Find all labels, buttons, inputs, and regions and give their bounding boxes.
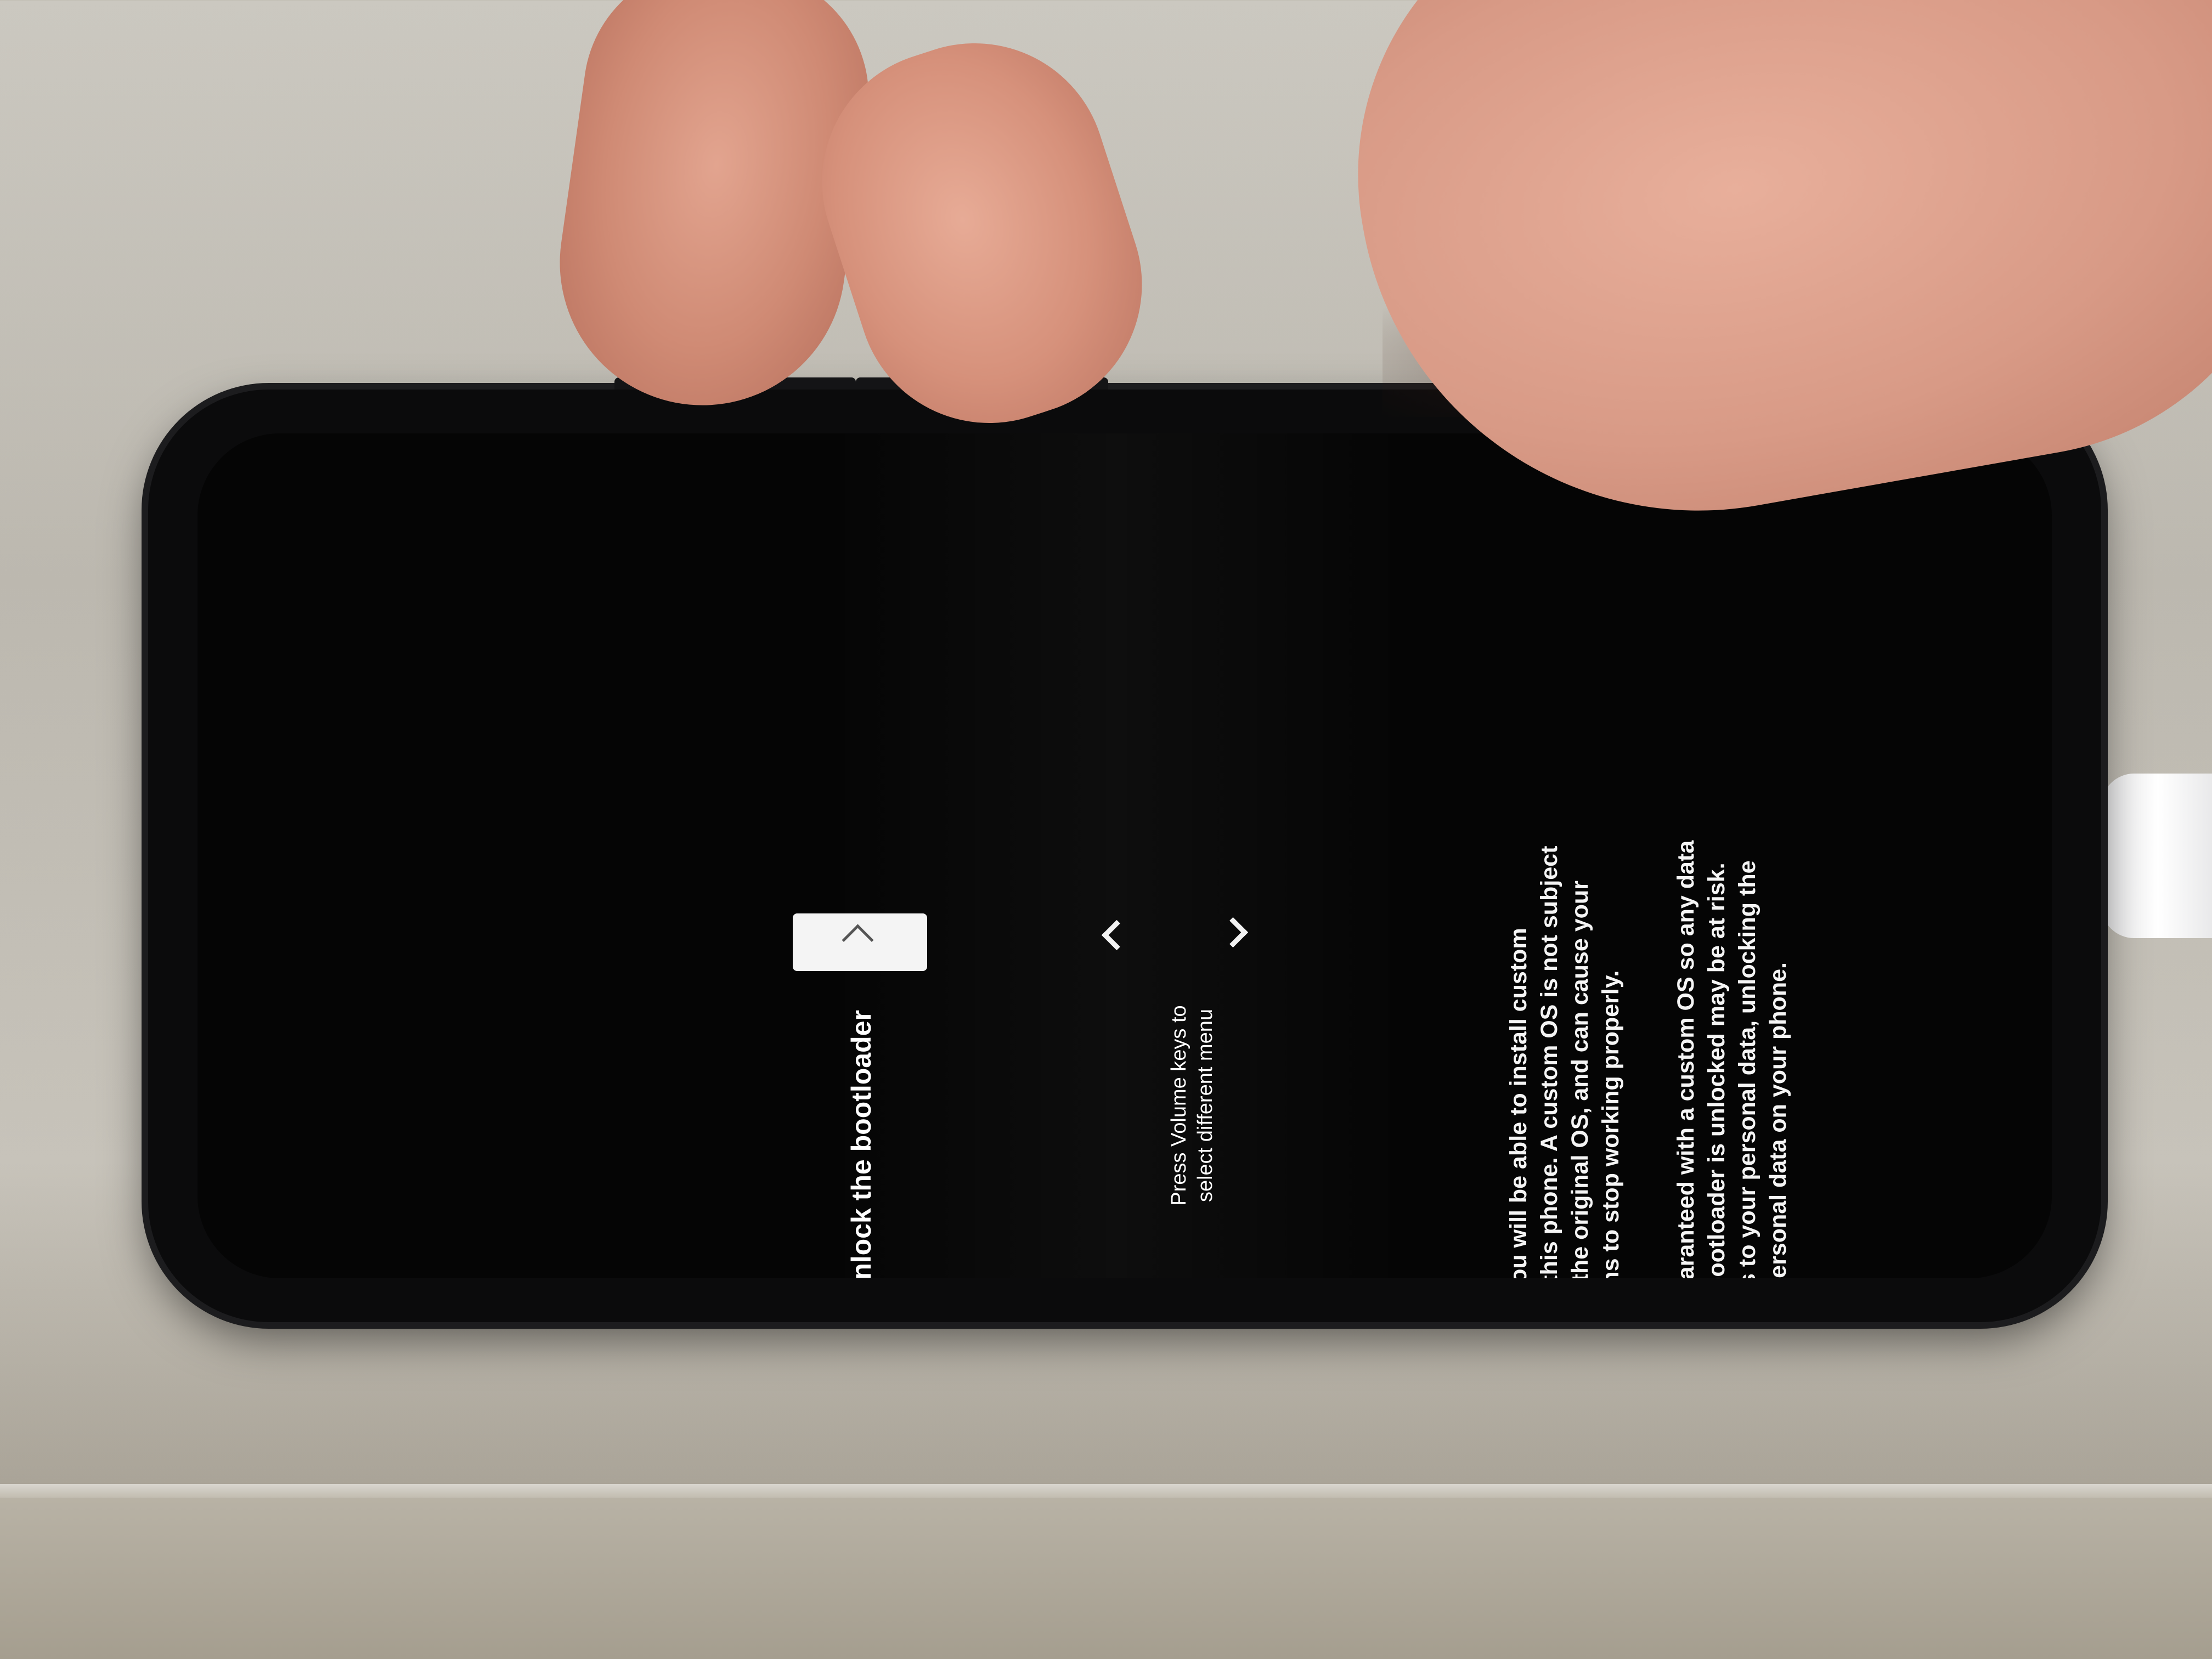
previous-menu-button[interactable] <box>1092 913 1136 957</box>
warning-paragraph-1: If you unlock the bootloader, you will b… <box>1503 845 1635 1278</box>
volume-keys-hint: Press Volume keys to select different me… <box>1166 996 1226 1215</box>
menu-title: Unlock the bootloader <box>846 1010 877 1278</box>
usb-cable <box>2101 774 2212 938</box>
phone: Unlock the bootloader Press Volume keys … <box>148 377 2101 1322</box>
hint-line-1: Press Volume keys to <box>1167 1005 1190 1206</box>
chevron-left-icon <box>1101 919 1132 951</box>
chevron-up-icon <box>842 924 874 956</box>
warning-paragraph-2: Software integrity cannot be guaranteed … <box>1671 840 1830 1278</box>
warning-line: stored on the phone while the bootloader… <box>1703 862 1730 1278</box>
warning-line: Software integrity cannot be guaranteed … <box>1673 840 1699 1278</box>
warning-line: operating system software on this phone.… <box>1536 845 1562 1278</box>
next-menu-button[interactable] <box>1212 911 1256 955</box>
warning-line: to the same level of testing as the orig… <box>1567 881 1593 1278</box>
screen-glare <box>828 433 1404 1278</box>
warning-line: bootloader, will also delete all persona… <box>1763 930 1793 1278</box>
select-option-button[interactable] <box>793 913 927 971</box>
warning-line: If you unlock the bootloader, you will b… <box>1505 928 1532 1278</box>
hint-line-2: select different menu <box>1194 1008 1217 1203</box>
chevron-right-icon <box>1217 917 1249 948</box>
bootloader-screen: Unlock the bootloader Press Volume keys … <box>198 433 2052 1278</box>
table-surface <box>0 1498 2212 1659</box>
warning-line: To prevent unauthorized access to your p… <box>1734 860 1760 1278</box>
warning-line: phone and installed applications to stop… <box>1595 922 1626 1278</box>
